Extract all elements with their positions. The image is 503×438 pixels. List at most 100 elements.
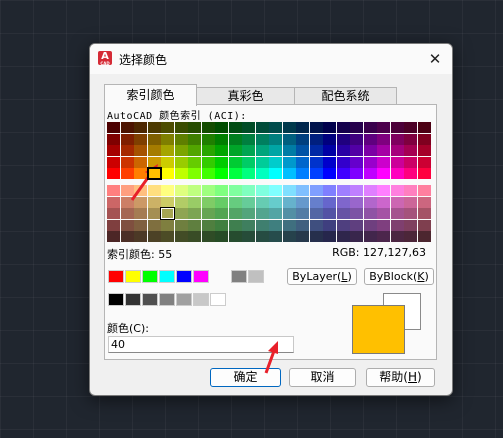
aci-color-cell[interactable] xyxy=(161,219,174,231)
aci-color-cell[interactable] xyxy=(323,219,336,231)
aci-color-cell[interactable] xyxy=(120,185,134,196)
aci-color-cell[interactable] xyxy=(201,219,215,231)
aci-color-cell[interactable] xyxy=(255,196,269,208)
aci-color-cell[interactable] xyxy=(255,231,269,242)
aci-color-cell[interactable] xyxy=(390,133,404,145)
aci-color-cell[interactable] xyxy=(188,208,201,219)
aci-color-cell[interactable] xyxy=(336,168,350,179)
aci-color-cell[interactable] xyxy=(174,133,188,145)
color-input[interactable]: 40 xyxy=(108,336,294,353)
aci-color-cell[interactable] xyxy=(282,145,296,156)
aci-color-cell[interactable] xyxy=(269,156,282,168)
aci-color-cell[interactable] xyxy=(147,219,161,231)
color-swatch[interactable] xyxy=(108,270,124,283)
aci-color-cell[interactable] xyxy=(161,196,174,208)
aci-color-cell[interactable] xyxy=(350,231,363,242)
aci-color-cell[interactable] xyxy=(134,196,147,208)
aci-color-cell[interactable] xyxy=(174,156,188,168)
color-swatch[interactable] xyxy=(210,293,226,306)
aci-color-cell[interactable] xyxy=(417,145,431,156)
aci-color-cell[interactable] xyxy=(161,133,174,145)
color-swatch[interactable] xyxy=(159,270,175,283)
aci-color-cell[interactable] xyxy=(242,156,255,168)
aci-color-cell[interactable] xyxy=(269,122,282,133)
aci-color-cell[interactable] xyxy=(120,156,134,168)
aci-color-cell[interactable] xyxy=(417,196,431,208)
aci-color-cell[interactable] xyxy=(323,156,336,168)
aci-color-cell[interactable] xyxy=(188,133,201,145)
aci-color-cell[interactable] xyxy=(228,208,242,219)
aci-color-cell[interactable] xyxy=(417,185,431,196)
aci-color-cell[interactable] xyxy=(201,156,215,168)
aci-color-cell[interactable] xyxy=(390,231,404,242)
aci-color-cell[interactable] xyxy=(404,156,417,168)
aci-color-cell[interactable] xyxy=(201,185,215,196)
aci-color-cell[interactable] xyxy=(134,185,147,196)
aci-color-cell[interactable] xyxy=(309,219,323,231)
aci-color-cell[interactable] xyxy=(377,185,390,196)
aci-color-cell[interactable] xyxy=(147,156,161,168)
aci-color-cell[interactable] xyxy=(296,156,309,168)
aci-color-cell[interactable] xyxy=(323,168,336,179)
aci-color-cell[interactable] xyxy=(323,208,336,219)
aci-color-cell[interactable] xyxy=(255,156,269,168)
aci-color-cell[interactable] xyxy=(323,133,336,145)
color-swatch[interactable] xyxy=(176,293,192,306)
aci-color-cell[interactable] xyxy=(390,168,404,179)
color-swatch[interactable] xyxy=(193,270,209,283)
aci-color-cell[interactable] xyxy=(120,122,134,133)
aci-color-cell[interactable] xyxy=(350,133,363,145)
aci-color-cell[interactable] xyxy=(363,122,377,133)
aci-color-cell[interactable] xyxy=(242,185,255,196)
aci-color-cell[interactable] xyxy=(363,168,377,179)
aci-color-cell[interactable] xyxy=(363,133,377,145)
aci-color-cell[interactable] xyxy=(417,219,431,231)
aci-color-cell[interactable] xyxy=(120,145,134,156)
aci-color-cell[interactable] xyxy=(242,231,255,242)
help-button[interactable]: 帮助(H) xyxy=(366,368,435,387)
aci-color-cell[interactable] xyxy=(134,208,147,219)
aci-color-cell[interactable] xyxy=(377,156,390,168)
aci-color-cell[interactable] xyxy=(336,133,350,145)
aci-color-cell[interactable] xyxy=(390,219,404,231)
aci-color-cell[interactable] xyxy=(323,185,336,196)
aci-color-cell[interactable] xyxy=(242,133,255,145)
aci-color-cell[interactable] xyxy=(350,168,363,179)
aci-color-cell[interactable] xyxy=(201,122,215,133)
aci-color-cell[interactable] xyxy=(309,185,323,196)
aci-color-cell[interactable] xyxy=(417,231,431,242)
aci-color-cell[interactable] xyxy=(417,122,431,133)
aci-color-cell[interactable] xyxy=(161,122,174,133)
aci-color-cell[interactable] xyxy=(336,156,350,168)
aci-color-cell[interactable] xyxy=(417,208,431,219)
aci-color-cell[interactable] xyxy=(363,231,377,242)
aci-color-cell[interactable] xyxy=(161,231,174,242)
aci-color-cell[interactable] xyxy=(107,122,120,133)
tab-true-color[interactable]: 真彩色 xyxy=(195,87,296,105)
aci-color-cell[interactable] xyxy=(215,185,228,196)
color-swatch[interactable] xyxy=(142,270,158,283)
aci-color-cell[interactable] xyxy=(146,167,162,180)
aci-color-cell[interactable] xyxy=(134,156,147,168)
aci-color-cell[interactable] xyxy=(282,122,296,133)
aci-color-cell[interactable] xyxy=(134,133,147,145)
aci-color-cell[interactable] xyxy=(228,145,242,156)
aci-color-cell[interactable] xyxy=(188,231,201,242)
aci-color-cell[interactable] xyxy=(161,145,174,156)
aci-color-cell[interactable] xyxy=(147,208,161,219)
aci-color-cell[interactable] xyxy=(188,156,201,168)
aci-color-cell[interactable] xyxy=(242,122,255,133)
aci-color-cell[interactable] xyxy=(336,196,350,208)
aci-color-cell[interactable] xyxy=(201,133,215,145)
aci-color-cell[interactable] xyxy=(161,156,174,168)
aci-color-cell[interactable] xyxy=(404,219,417,231)
aci-color-cell[interactable] xyxy=(417,168,431,179)
color-swatch[interactable] xyxy=(142,293,158,306)
aci-color-cell[interactable] xyxy=(377,168,390,179)
aci-color-cell[interactable] xyxy=(269,185,282,196)
aci-color-cell[interactable] xyxy=(336,145,350,156)
aci-color-cell[interactable] xyxy=(161,168,174,179)
aci-color-cell[interactable] xyxy=(201,231,215,242)
aci-color-cell[interactable] xyxy=(107,185,120,196)
aci-color-cell[interactable] xyxy=(228,168,242,179)
